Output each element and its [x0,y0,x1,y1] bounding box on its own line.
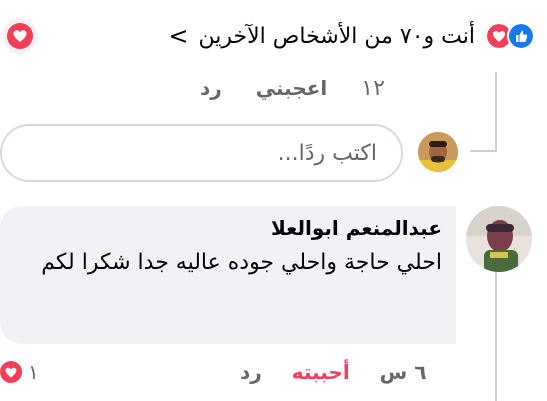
user-photo [418,132,458,172]
love-icon [0,361,22,383]
like-button[interactable]: اعجبني [256,76,328,100]
like-count[interactable]: ١٢ [361,76,385,101]
reply-button[interactable]: رد [200,76,222,100]
reply-input[interactable]: اكتب ردًا... [0,124,403,182]
comment-text: احلي حاجة واحلي جوده عاليه جدا شكرا لكم [41,250,442,275]
comment-timestamp[interactable]: ٦ س [380,360,427,384]
reply-placeholder: اكتب ردًا... [277,140,377,166]
user-photo [466,206,532,272]
like-icon [507,22,535,50]
reactions-summary-row: < أنت و٧٠ من الأشخاص الآخرين [0,0,547,72]
reactions-summary-text: أنت و٧٠ من الأشخاص الآخرين [198,23,475,49]
comment-actions: ٦ س أحببته رد [240,354,426,390]
thread-connector-elbow [470,150,497,152]
avatar[interactable] [418,132,458,172]
love-reaction-button[interactable] [2,18,38,54]
loved-button[interactable]: أحببته [292,360,350,384]
chevron-icon: < [168,22,189,50]
reply-actions: ١٢ اعجبني رد [200,70,405,106]
reaction-icons [485,22,535,50]
thread-connector-line [495,72,497,150]
reply-button[interactable]: رد [240,360,262,384]
comment-bubble: عبدالمنعم ابوالعلا احلي حاجة واحلي جوده … [0,206,456,344]
reaction-count: ١ [28,360,39,384]
avatar[interactable] [466,206,532,272]
love-icon [7,23,33,49]
thread-connector-line [495,272,497,401]
reactions-summary-link[interactable]: < أنت و٧٠ من الأشخاص الآخرين [150,12,535,60]
comment-author[interactable]: عبدالمنعم ابوالعلا [14,216,442,240]
comment-reaction-count[interactable]: ١ [0,356,39,388]
